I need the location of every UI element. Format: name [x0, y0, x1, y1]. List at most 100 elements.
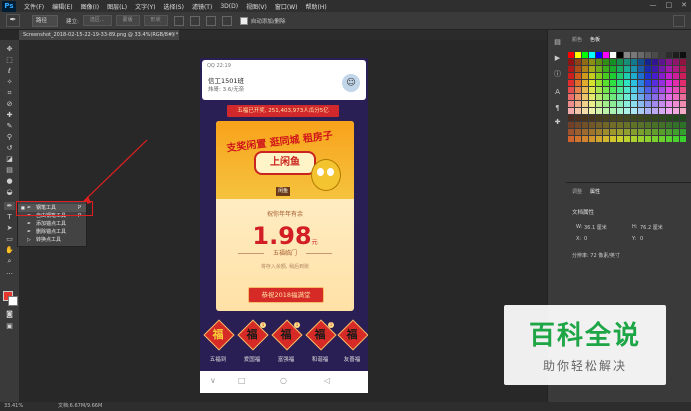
color-swatch[interactable]	[680, 52, 686, 58]
color-swatch[interactable]	[666, 129, 672, 135]
menu-item-delete-anchor[interactable]: ✒ 删除锚点工具	[18, 228, 86, 236]
color-swatch[interactable]	[617, 73, 623, 79]
color-swatch[interactable]	[575, 73, 581, 79]
color-swatch[interactable]	[652, 80, 658, 86]
shape-button[interactable]: 形状	[143, 15, 168, 26]
eyedropper-icon[interactable]: ⊘	[4, 100, 15, 108]
color-swatch[interactable]	[659, 122, 665, 128]
color-swatch[interactable]	[603, 108, 609, 114]
color-swatch[interactable]	[617, 80, 623, 86]
color-swatch[interactable]	[589, 59, 595, 65]
color-swatch[interactable]	[610, 73, 616, 79]
lasso-tool-icon[interactable]: ℓ	[4, 67, 15, 75]
workspace-icon[interactable]	[673, 15, 685, 27]
color-swatch[interactable]	[652, 59, 658, 65]
color-swatch[interactable]	[617, 94, 623, 100]
color-swatch[interactable]	[575, 129, 581, 135]
back-icon[interactable]: ◁	[324, 376, 330, 385]
color-swatch[interactable]	[659, 87, 665, 93]
swatch-grid[interactable]	[568, 52, 688, 162]
color-swatch[interactable]	[596, 136, 602, 142]
color-swatch[interactable]	[652, 52, 658, 58]
color-swatch[interactable]	[631, 122, 637, 128]
color-swatch[interactable]	[624, 73, 630, 79]
color-swatch[interactable]	[603, 80, 609, 86]
color-swatch[interactable]	[673, 87, 679, 93]
color-swatch[interactable]	[582, 66, 588, 72]
color-swatch[interactable]	[645, 115, 651, 121]
color-swatch[interactable]	[568, 108, 574, 114]
color-swatch[interactable]	[568, 122, 574, 128]
greeting-button[interactable]: 恭祝2018福满堂	[248, 287, 324, 303]
color-swatch[interactable]	[575, 115, 581, 121]
color-swatch[interactable]	[680, 87, 686, 93]
color-swatch[interactable]	[568, 80, 574, 86]
color-swatch[interactable]	[610, 80, 616, 86]
color-swatch[interactable]	[610, 115, 616, 121]
color-swatch[interactable]	[575, 66, 581, 72]
color-swatch[interactable]	[638, 80, 644, 86]
color-swatch[interactable]	[589, 101, 595, 107]
color-swatch[interactable]	[596, 115, 602, 121]
color-swatch[interactable]	[680, 80, 686, 86]
color-swatch[interactable]	[659, 101, 665, 107]
color-swatch[interactable]	[610, 136, 616, 142]
color-swatch[interactable]	[575, 94, 581, 100]
clone-stamp-icon[interactable]: ⚲	[4, 133, 15, 141]
color-swatch[interactable]	[624, 87, 630, 93]
color-swatch[interactable]	[645, 73, 651, 79]
zoom-level[interactable]: 33.41%	[4, 402, 23, 411]
color-swatch[interactable]	[666, 66, 672, 72]
dodge-tool-icon[interactable]: ◒	[4, 188, 15, 196]
color-swatch[interactable]	[589, 66, 595, 72]
color-swatch[interactable]	[617, 122, 623, 128]
color-swatch[interactable]	[652, 73, 658, 79]
color-swatch[interactable]	[680, 73, 686, 79]
mode-dropdown[interactable]: 路径	[32, 14, 59, 27]
color-swatch[interactable]	[610, 94, 616, 100]
color-swatch[interactable]	[582, 73, 588, 79]
color-swatch[interactable]	[596, 94, 602, 100]
color-swatch[interactable]	[645, 129, 651, 135]
history-brush-icon[interactable]: ↺	[4, 144, 15, 152]
color-swatch[interactable]	[680, 115, 686, 121]
color-swatch[interactable]	[589, 108, 595, 114]
crop-tool-icon[interactable]: ⌗	[4, 89, 15, 97]
color-swatch[interactable]	[666, 115, 672, 121]
color-swatch[interactable]	[673, 80, 679, 86]
pen-tool-icon[interactable]: ✒	[4, 202, 15, 210]
color-swatch[interactable]	[673, 122, 679, 128]
color-swatch[interactable]	[589, 122, 595, 128]
color-swatch[interactable]	[596, 87, 602, 93]
color-swatch[interactable]	[617, 52, 623, 58]
path-operations-icon[interactable]	[173, 15, 184, 26]
color-swatch[interactable]	[610, 66, 616, 72]
color-swatch[interactable]	[582, 136, 588, 142]
paragraph-icon[interactable]: ¶	[553, 104, 562, 113]
color-swatch[interactable]	[589, 73, 595, 79]
color-swatch[interactable]	[680, 66, 686, 72]
color-swatch[interactable]	[624, 66, 630, 72]
color-swatch[interactable]	[568, 136, 574, 142]
color-swatch[interactable]	[631, 66, 637, 72]
color-swatch[interactable]	[680, 59, 686, 65]
menu-item-convert-point[interactable]: ▷ 转换点工具	[18, 236, 86, 244]
menu-3d[interactable]: 3D(D)	[220, 3, 238, 10]
color-swatch[interactable]	[589, 136, 595, 142]
color-swatch[interactable]	[624, 52, 630, 58]
color-swatch[interactable]	[589, 129, 595, 135]
color-swatch[interactable]	[680, 129, 686, 135]
magic-wand-icon[interactable]: ✧	[4, 78, 15, 86]
color-swatch[interactable]	[624, 59, 630, 65]
color-swatch[interactable]	[610, 108, 616, 114]
color-swatch[interactable]	[652, 101, 658, 107]
color-swatch[interactable]	[631, 87, 637, 93]
menu-item-add-anchor[interactable]: ✒ 添加锚点工具	[18, 220, 86, 228]
history-icon[interactable]: ▤	[553, 38, 562, 47]
color-swatch[interactable]	[638, 73, 644, 79]
color-swatch[interactable]	[624, 108, 630, 114]
more-tools-icon[interactable]: …	[4, 268, 15, 276]
color-swatch[interactable]	[680, 136, 686, 142]
color-swatch[interactable]	[582, 101, 588, 107]
color-swatch[interactable]	[582, 59, 588, 65]
